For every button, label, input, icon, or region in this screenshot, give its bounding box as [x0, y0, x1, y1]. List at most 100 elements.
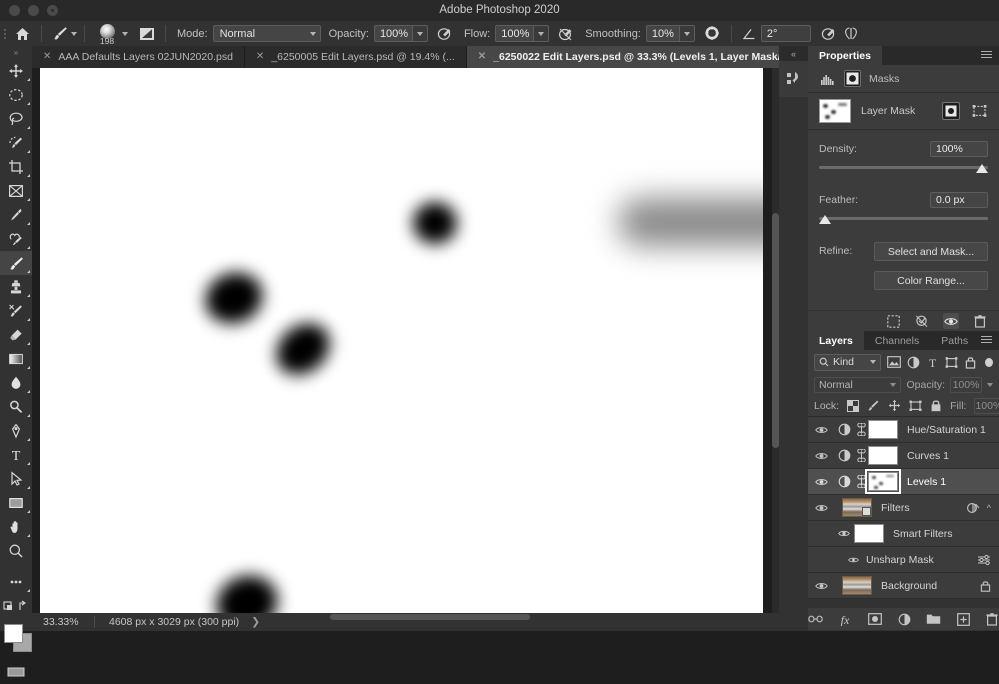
- home-icon[interactable]: [10, 21, 34, 46]
- brush-tool-icon[interactable]: [49, 23, 71, 44]
- filter-blending-options-icon[interactable]: [977, 554, 991, 566]
- chevron-down-icon[interactable]: [122, 31, 128, 36]
- layer-mask-thumbnail-selected[interactable]: [865, 469, 901, 494]
- smoothing-input[interactable]: 10%: [645, 25, 680, 42]
- frame-tool[interactable]: [0, 179, 32, 203]
- lock-position-icon[interactable]: [888, 399, 901, 413]
- document-tab-1[interactable]: ✕ AAA Defaults Layers 02JUN2020.psd: [32, 46, 245, 68]
- tab-properties[interactable]: Properties: [808, 46, 882, 65]
- history-actions-icon[interactable]: [779, 61, 808, 97]
- tab-paths[interactable]: Paths: [930, 331, 979, 350]
- brush-preset-icon[interactable]: 198: [96, 23, 118, 46]
- filter-smart-object-icon[interactable]: [964, 355, 977, 370]
- zoom-level[interactable]: 33.33%: [32, 616, 94, 628]
- tool-preset-chevron-icon[interactable]: [71, 31, 77, 36]
- opacity-input[interactable]: 100%: [373, 25, 413, 42]
- pen-tool[interactable]: [0, 419, 32, 443]
- rectangle-tool[interactable]: [0, 491, 32, 515]
- histogram-icon[interactable]: [819, 70, 836, 87]
- panel-menu-icon[interactable]: [981, 336, 992, 345]
- select-and-mask-button[interactable]: Select and Mask...: [874, 242, 988, 261]
- lock-image-pixels-icon[interactable]: [867, 399, 880, 413]
- clone-stamp-tool[interactable]: [0, 275, 32, 299]
- layer-row-curves[interactable]: Curves 1: [808, 443, 999, 469]
- link-mask-icon[interactable]: [854, 423, 868, 436]
- lock-artboard-nesting-icon[interactable]: [909, 399, 922, 413]
- blur-tool[interactable]: [0, 371, 32, 395]
- document-canvas[interactable]: [40, 68, 763, 613]
- filter-enable-toggle[interactable]: [985, 357, 993, 367]
- panel-menu-icon[interactable]: [981, 51, 992, 60]
- edit-toolbar-button[interactable]: [0, 570, 32, 594]
- link-layers-icon[interactable]: [808, 612, 823, 627]
- feather-input[interactable]: 0.0 px: [930, 192, 988, 208]
- type-tool[interactable]: T: [0, 443, 32, 467]
- fill-input[interactable]: 100%: [974, 397, 999, 414]
- smoothing-field-group[interactable]: 10%: [645, 25, 695, 42]
- new-layer-icon[interactable]: [956, 612, 970, 627]
- layer-row-filters[interactable]: Filters ^: [808, 495, 999, 521]
- blend-mode-select[interactable]: Normal: [212, 25, 321, 42]
- opacity-field-group[interactable]: 100%: [373, 25, 428, 42]
- gradient-tool[interactable]: [0, 347, 32, 371]
- layer-visibility-icon[interactable]: [808, 425, 834, 435]
- density-input[interactable]: 100%: [930, 141, 988, 157]
- chevron-up-icon[interactable]: ^: [987, 503, 991, 513]
- link-mask-icon[interactable]: [854, 449, 868, 462]
- density-slider[interactable]: [819, 164, 988, 175]
- layer-mask-thumbnail[interactable]: [868, 420, 898, 439]
- close-icon[interactable]: ✕: [43, 52, 51, 62]
- tab-layers[interactable]: Layers: [808, 331, 864, 350]
- document-tab-3[interactable]: ✕ _6250022 Edit Layers.psd @ 33.3% (Leve…: [466, 46, 809, 68]
- quick-selection-tool[interactable]: [0, 131, 32, 155]
- brush-tool[interactable]: [0, 251, 32, 275]
- background-layer-thumbnail[interactable]: [842, 576, 872, 595]
- angle-icon[interactable]: [739, 23, 761, 44]
- layer-row-levels[interactable]: Levels 1: [808, 469, 999, 495]
- layer-visibility-icon[interactable]: [834, 529, 854, 538]
- opacity-stepper[interactable]: [412, 25, 428, 42]
- lasso-tool[interactable]: [0, 107, 32, 131]
- layer-filter-kind-select[interactable]: Kind: [814, 353, 882, 371]
- feather-slider[interactable]: [819, 215, 988, 226]
- close-icon[interactable]: ✕: [478, 52, 486, 62]
- layer-opacity-input[interactable]: 100%: [950, 376, 982, 393]
- filter-visibility-icon[interactable]: [844, 556, 862, 564]
- feather-slider-knob[interactable]: [819, 215, 831, 224]
- layer-visibility-icon[interactable]: [808, 477, 834, 487]
- smart-object-thumbnail[interactable]: [842, 498, 872, 517]
- layer-visibility-icon[interactable]: [808, 503, 834, 513]
- lock-transparent-pixels-icon[interactable]: [847, 399, 860, 413]
- layer-row-unsharp-mask[interactable]: Unsharp Mask: [808, 547, 999, 573]
- crop-tool[interactable]: [0, 155, 32, 179]
- load-selection-icon[interactable]: [885, 313, 901, 329]
- airbrush-icon[interactable]: [555, 23, 577, 44]
- pressure-opacity-icon[interactable]: [434, 23, 456, 44]
- layer-row-background[interactable]: Background: [808, 573, 999, 599]
- move-tool[interactable]: [0, 59, 32, 83]
- screen-mode-button[interactable]: [0, 660, 32, 684]
- layer-mask-thumbnail[interactable]: [819, 99, 851, 123]
- healing-brush-tool[interactable]: [0, 227, 32, 251]
- filter-type-icon[interactable]: T: [926, 355, 939, 370]
- options-bar-grip[interactable]: [0, 21, 10, 46]
- pixel-mask-select-icon[interactable]: [942, 102, 960, 120]
- filter-shape-icon[interactable]: [945, 355, 958, 370]
- color-range-button[interactable]: Color Range...: [874, 271, 988, 290]
- apply-mask-icon[interactable]: [914, 313, 930, 329]
- collapse-panels-icon[interactable]: «: [779, 46, 808, 61]
- density-slider-knob[interactable]: [976, 164, 988, 173]
- eyedropper-tool[interactable]: [0, 203, 32, 227]
- lock-all-icon[interactable]: [930, 399, 942, 413]
- history-brush-tool[interactable]: [0, 299, 32, 323]
- marquee-tool[interactable]: [0, 83, 32, 107]
- new-adjustment-layer-icon[interactable]: [897, 612, 911, 627]
- link-mask-icon[interactable]: [854, 475, 868, 488]
- layer-style-fx-icon[interactable]: fx: [838, 612, 853, 627]
- lock-icon[interactable]: [980, 580, 991, 592]
- smoothing-stepper[interactable]: [679, 25, 695, 42]
- flow-input[interactable]: 100%: [495, 25, 535, 42]
- symmetry-butterfly-icon[interactable]: [840, 23, 862, 44]
- layer-row-smart-filters[interactable]: Smart Filters: [808, 521, 999, 547]
- layer-blend-mode-select[interactable]: Normal: [814, 376, 902, 393]
